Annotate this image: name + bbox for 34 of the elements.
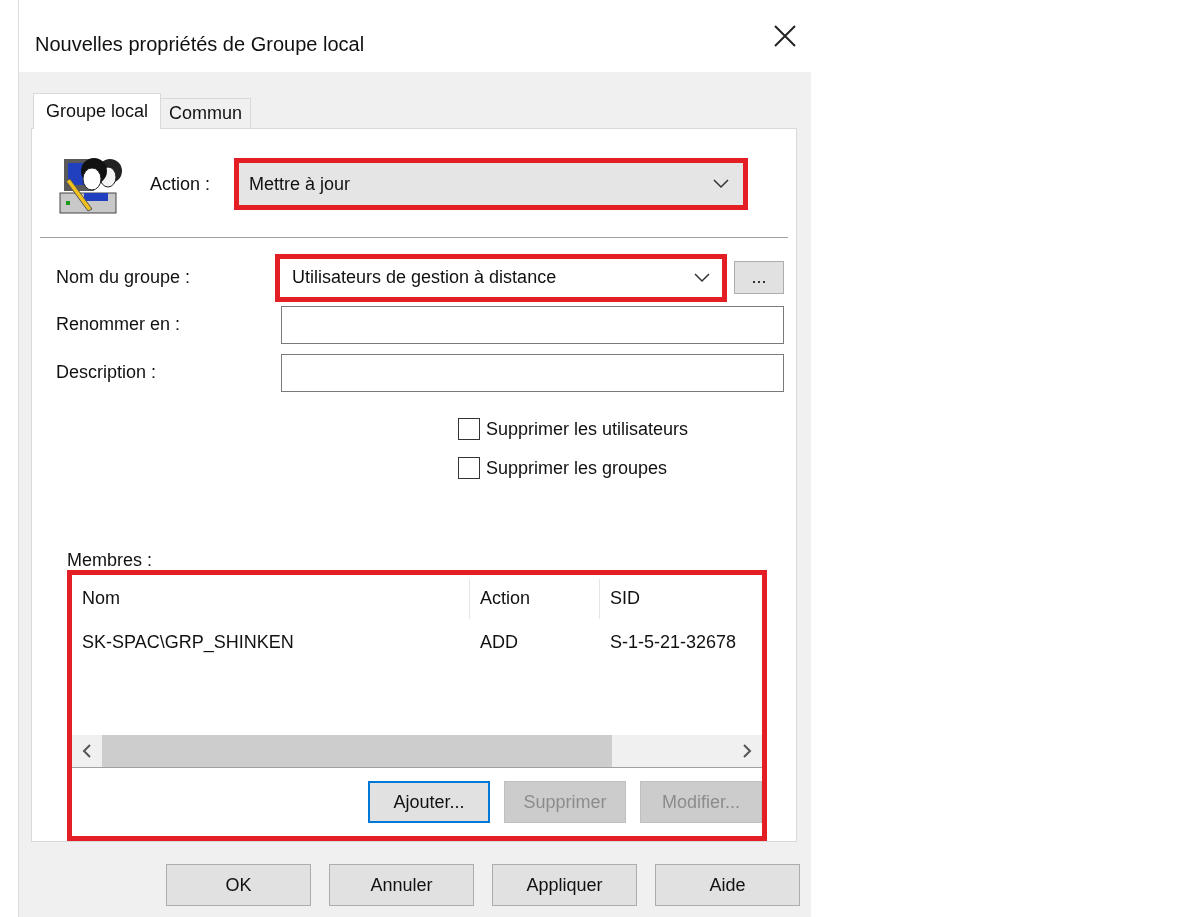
browse-button[interactable]: ... xyxy=(734,261,784,295)
window-title: Nouvelles propriétés de Groupe local xyxy=(35,32,365,56)
scroll-left-icon[interactable] xyxy=(82,744,92,758)
dialog-button[interactable]: OK xyxy=(166,864,311,906)
tab[interactable]: Groupe local xyxy=(33,93,162,129)
field-label: Renommer en : xyxy=(56,314,182,336)
table-cell: S-1-5-21-32678 xyxy=(610,632,737,653)
field-label: Nom du groupe : xyxy=(56,267,192,289)
checkbox[interactable] xyxy=(458,418,480,441)
field-label: Action : xyxy=(150,173,211,195)
column-header[interactable]: Action xyxy=(470,578,600,619)
group-name-dropdown[interactable]: Utilisateurs de gestion à distance xyxy=(275,253,727,302)
checkbox-label: Supprimer les groupes xyxy=(486,457,668,479)
action-dropdown[interactable]: Mettre à jour xyxy=(234,158,749,210)
section-label: Membres : xyxy=(67,549,153,570)
field-label: Description : xyxy=(56,362,158,384)
column-header[interactable]: Nom xyxy=(72,578,470,619)
column-header[interactable]: SID xyxy=(600,578,760,619)
list-action-button[interactable]: Ajouter... xyxy=(368,781,490,823)
dialog-button[interactable]: Appliquer xyxy=(492,864,637,906)
checkbox[interactable] xyxy=(458,457,480,480)
scroll-right-icon[interactable] xyxy=(742,744,752,758)
checkbox-label: Supprimer les utilisateurs xyxy=(486,418,689,440)
table-cell: ADD xyxy=(480,632,518,653)
description-field[interactable] xyxy=(281,353,784,392)
close-icon[interactable] xyxy=(773,24,797,48)
table-cell: SK-SPAC\GRP_SHINKEN xyxy=(82,632,294,653)
chevron-down-icon xyxy=(713,179,730,189)
rename-field[interactable] xyxy=(281,305,784,344)
dialog-button[interactable]: Aide xyxy=(655,864,800,906)
tab[interactable]: Commun xyxy=(160,98,252,128)
dialog-button[interactable]: Annuler xyxy=(329,864,474,906)
chevron-down-icon xyxy=(694,272,710,283)
horizontal-scrollbar[interactable] xyxy=(72,735,762,767)
